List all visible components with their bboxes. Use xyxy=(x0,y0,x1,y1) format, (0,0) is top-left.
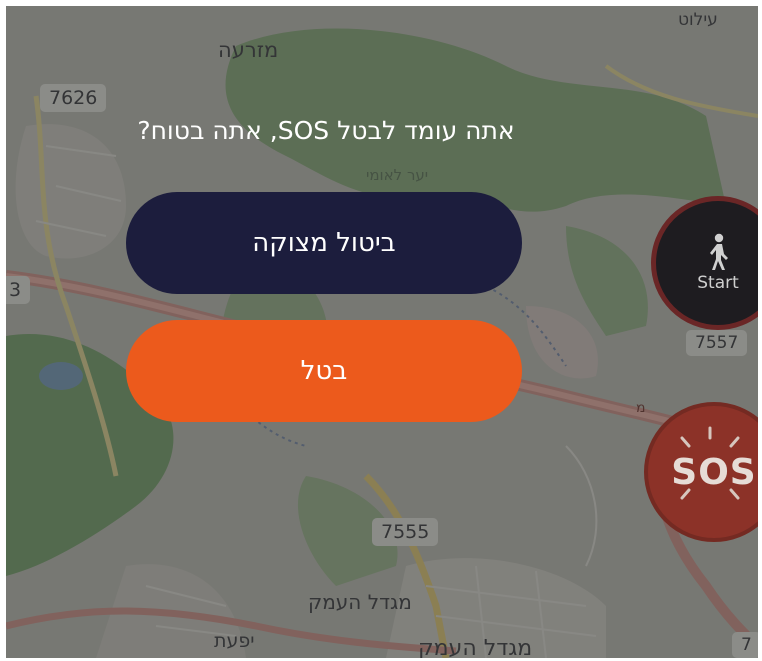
start-label: Start xyxy=(697,273,739,293)
app-screen: עילוט מזרעה יער לאומי מגדל העמק מגדל העמ… xyxy=(6,6,758,658)
dialog-title: אתה עומד לבטל SOS, אתה בטוח? xyxy=(137,116,515,145)
cancel-button[interactable]: בטל xyxy=(126,320,522,422)
sos-alarm-icon xyxy=(680,426,740,500)
cancel-alarm-button[interactable]: ביטול מצוקה xyxy=(126,192,522,294)
walking-person-icon xyxy=(710,233,728,270)
